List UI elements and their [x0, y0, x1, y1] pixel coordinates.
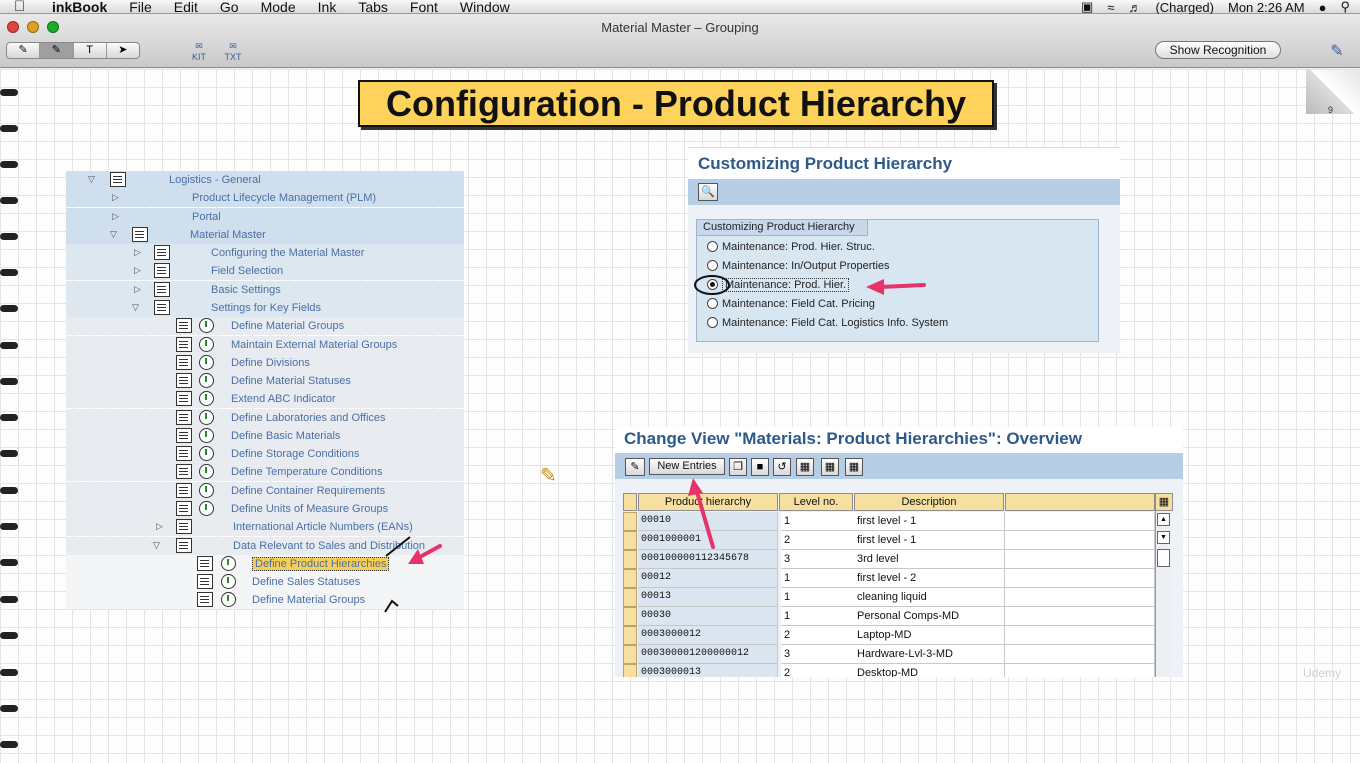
- pencil-cursor-icon: ✎: [540, 465, 557, 487]
- watermark: Udemy: [1303, 666, 1342, 680]
- annotation-arrows: [384, 279, 926, 613]
